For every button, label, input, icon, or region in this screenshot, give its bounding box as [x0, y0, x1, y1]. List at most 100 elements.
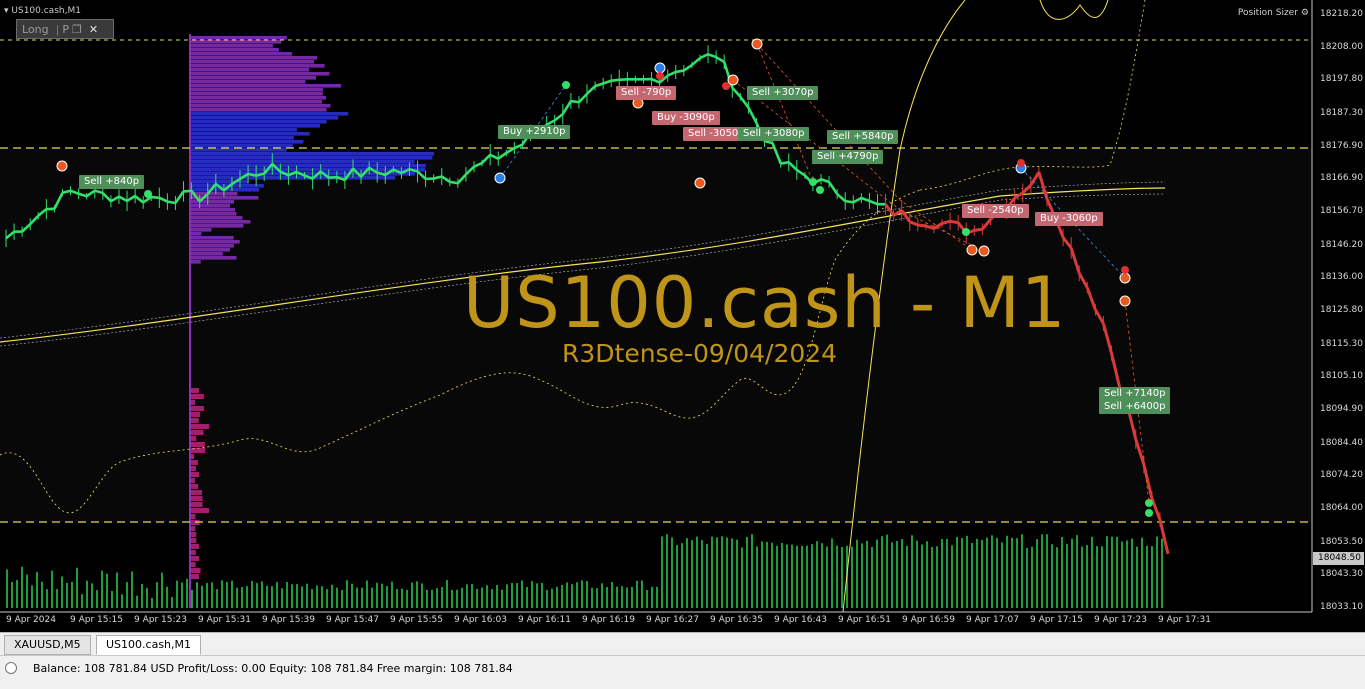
volume-bar — [751, 534, 753, 608]
chart-tab-bar: XAUUSD,M5 US100.cash,M1 — [0, 632, 1365, 655]
volume-profile-bar — [190, 108, 327, 112]
volume-bar — [811, 544, 813, 608]
tab-xauusd-m5[interactable]: XAUUSD,M5 — [4, 635, 91, 655]
price-tick-label: 18146.20 — [1320, 240, 1363, 250]
volume-bar — [1131, 539, 1133, 608]
volume-bar — [606, 587, 608, 608]
volume-bar — [481, 587, 483, 608]
volume-profile-bar — [190, 200, 234, 204]
sell-entry-marker — [633, 98, 643, 108]
volume-bar — [826, 547, 828, 608]
price-segment — [974, 229, 982, 230]
volume-bar — [576, 582, 578, 608]
volume-bar — [16, 580, 18, 608]
volume-profile-bar — [190, 80, 305, 84]
volume-profile-bar — [190, 244, 234, 248]
trade-direction-label[interactable]: Long — [17, 23, 53, 36]
volume-bar — [46, 589, 48, 608]
volume-profile-bar — [190, 156, 432, 160]
volume-bar — [1101, 546, 1103, 608]
volume-bar — [976, 539, 978, 608]
volume-bar — [86, 581, 88, 608]
volume-bar — [416, 581, 418, 608]
volume-bar — [441, 587, 443, 608]
volume-bar — [511, 583, 513, 608]
chart-window-title[interactable]: ▾ US100.cash,M1 — [4, 6, 81, 16]
chart-watermark-title: US100.cash - M1 — [463, 262, 1066, 344]
volume-bar — [426, 590, 428, 608]
volume-profile-bar — [190, 220, 250, 224]
volume-profile-bar — [190, 48, 279, 52]
close-icon[interactable]: ✕ — [89, 23, 98, 36]
price-tick-label: 18187.30 — [1320, 108, 1363, 118]
account-status-icon — [5, 662, 17, 674]
price-segment — [248, 174, 256, 176]
volume-bar — [36, 572, 38, 608]
volume-bar — [686, 538, 688, 608]
chart-window[interactable]: ▾ US100.cash,M1 Position Sizer⚙ Long | P… — [0, 0, 1365, 632]
volume-bar — [586, 581, 588, 608]
volume-bar — [316, 586, 318, 608]
volume-bar — [1126, 541, 1128, 608]
volume-bar — [331, 585, 333, 608]
volume-bar — [391, 582, 393, 608]
trade-panel[interactable]: Long | P ❐ ✕ — [16, 19, 114, 39]
volume-profile-bar — [190, 418, 199, 423]
time-axis[interactable]: 9 Apr 20249 Apr 15:159 Apr 15:239 Apr 15… — [0, 613, 1312, 631]
price-segment — [918, 225, 926, 226]
volume-bar — [871, 547, 873, 608]
volume-bar — [946, 539, 948, 608]
volume-bar — [1141, 538, 1143, 608]
volume-bar — [546, 590, 548, 608]
volume-bar — [161, 573, 163, 608]
volume-bar — [596, 588, 598, 608]
volume-bar — [1096, 546, 1098, 608]
volume-bar — [1121, 541, 1123, 608]
volume-bar — [386, 586, 388, 608]
volume-profile-bar — [190, 116, 338, 120]
volume-bar — [526, 587, 528, 608]
volume-bar — [401, 589, 403, 608]
restore-icon[interactable]: ❐ — [72, 23, 82, 36]
volume-bar — [1091, 537, 1093, 608]
volume-profile-bar — [190, 224, 243, 228]
volume-bar — [866, 541, 868, 608]
volume-bar — [61, 576, 63, 608]
volume-bar — [791, 545, 793, 608]
volume-bar — [996, 538, 998, 608]
volume-profile-bar — [190, 448, 205, 453]
price-segment — [531, 131, 539, 133]
volume-bar — [561, 585, 563, 608]
price-segment — [781, 162, 789, 163]
gear-icon[interactable]: ⚙ — [1301, 8, 1309, 18]
volume-bar — [226, 582, 228, 608]
trade-panel-p[interactable]: P — [62, 23, 69, 36]
volume-profile-bar — [190, 96, 326, 100]
price-axis[interactable]: 18218.2018208.0018197.8018187.3018176.90… — [1313, 0, 1365, 612]
volume-profile-bar — [190, 394, 204, 399]
volume-bar — [71, 582, 73, 608]
volume-bar — [166, 587, 168, 608]
volume-profile-bar — [190, 176, 395, 180]
volume-bar — [286, 582, 288, 608]
volume-bar — [136, 596, 138, 608]
volume-bar — [246, 586, 248, 608]
volume-profile-bar — [190, 484, 198, 489]
volume-bar — [1076, 535, 1078, 608]
position-sizer-label[interactable]: Position Sizer⚙ — [1238, 8, 1309, 18]
volume-bar — [1156, 537, 1158, 608]
volume-bar — [461, 588, 463, 608]
price-tick-label: 18033.10 — [1320, 602, 1363, 612]
volume-profile-bar — [190, 574, 199, 579]
volume-bar — [456, 590, 458, 608]
tab-us100-m1[interactable]: US100.cash,M1 — [96, 635, 201, 655]
volume-profile-bar — [190, 84, 341, 88]
volume-profile-bar — [190, 228, 211, 232]
volume-profile-bar — [190, 64, 325, 68]
volume-bar — [581, 580, 583, 608]
exit-marker — [1017, 159, 1025, 167]
volume-profile-bar — [190, 442, 205, 447]
volume-profile-bar — [190, 72, 329, 76]
volume-bar — [876, 540, 878, 608]
volume-bar — [306, 584, 308, 608]
